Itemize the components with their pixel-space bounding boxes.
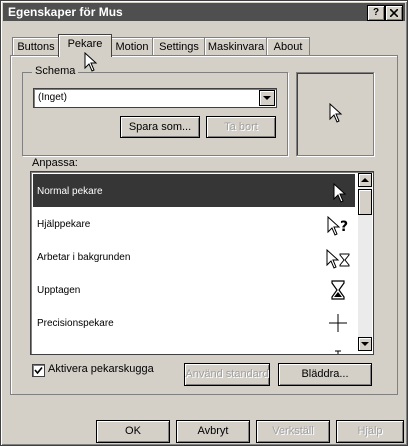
list-item-label: Arbetar i bakgrunden (37, 252, 131, 263)
chevron-down-icon[interactable] (259, 90, 275, 106)
arrow-cursor-icon (329, 103, 343, 123)
arrow-cursor-icon (333, 182, 347, 203)
use-default-button[interactable]: Använd standard (184, 363, 270, 386)
list-item[interactable]: Arbetar i bakgrunden (33, 240, 355, 273)
tab-buttons[interactable]: Buttons (12, 37, 60, 56)
list-item[interactable]: Normal pekare (33, 174, 355, 207)
list-item-label: Upptagen (37, 285, 81, 296)
scheme-select[interactable]: (Inget) (33, 88, 277, 108)
list-item-label: Precisionspekare (37, 318, 114, 329)
checkmark-icon (34, 366, 43, 375)
list-item[interactable]: Upptagen (33, 273, 355, 306)
ok-button[interactable]: OK (96, 420, 170, 443)
close-icon (389, 8, 399, 18)
hourglass-icon (331, 280, 345, 300)
apply-button[interactable]: Verkställ (256, 420, 330, 443)
list-item-label: Hjälppekare (37, 219, 91, 230)
list-item-label: Normal pekare (37, 186, 103, 197)
delete-button[interactable]: Ta bort (206, 116, 276, 138)
title-bar: Egenskaper för Mus ? (3, 3, 405, 21)
pointer-shadow-label: Aktivera pekarskugga (48, 363, 154, 375)
tab-settings[interactable]: Settings (152, 37, 206, 56)
pointer-shadow-checkbox[interactable] (32, 364, 45, 377)
tab-hardware[interactable]: Maskinvara (204, 37, 268, 56)
help-cursor-icon: ? (327, 215, 348, 236)
window-title: Egenskaper för Mus (8, 5, 123, 19)
crosshair-icon (329, 314, 347, 332)
list-item[interactable]: Precisionspekare (33, 306, 355, 339)
cursor-list[interactable]: Normal pekare Hjälppekare ? Arbetar i ba… (30, 171, 374, 355)
scheme-group (22, 72, 288, 156)
scroll-up-button[interactable] (358, 173, 372, 187)
mouse-pointer-icon (84, 52, 98, 72)
scheme-group-label: Schema (32, 65, 79, 77)
pointer-preview (296, 72, 374, 156)
close-button[interactable] (385, 5, 403, 21)
list-item[interactable]: Hjälppekare ? (33, 207, 355, 240)
help-button[interactable]: Hjälp (336, 420, 404, 443)
list-scrollbar[interactable] (358, 173, 372, 351)
help-title-button[interactable]: ? (367, 5, 385, 21)
cancel-button[interactable]: Avbryt (176, 420, 250, 443)
tab-about[interactable]: About (266, 37, 310, 56)
scheme-select-value: (Inget) (38, 92, 67, 103)
scroll-thumb[interactable] (358, 189, 372, 215)
save-as-button[interactable]: Spara som... (120, 116, 200, 138)
svg-text:?: ? (340, 219, 348, 235)
tab-motion[interactable]: Motion (110, 37, 154, 56)
text-select-cursor-icon (335, 350, 341, 354)
working-background-cursor-icon (326, 248, 350, 269)
browse-button[interactable]: Bläddra... (278, 363, 372, 386)
scroll-down-button[interactable] (358, 337, 372, 351)
customize-label: Anpassa: (32, 157, 78, 169)
list-item[interactable] (33, 339, 355, 354)
